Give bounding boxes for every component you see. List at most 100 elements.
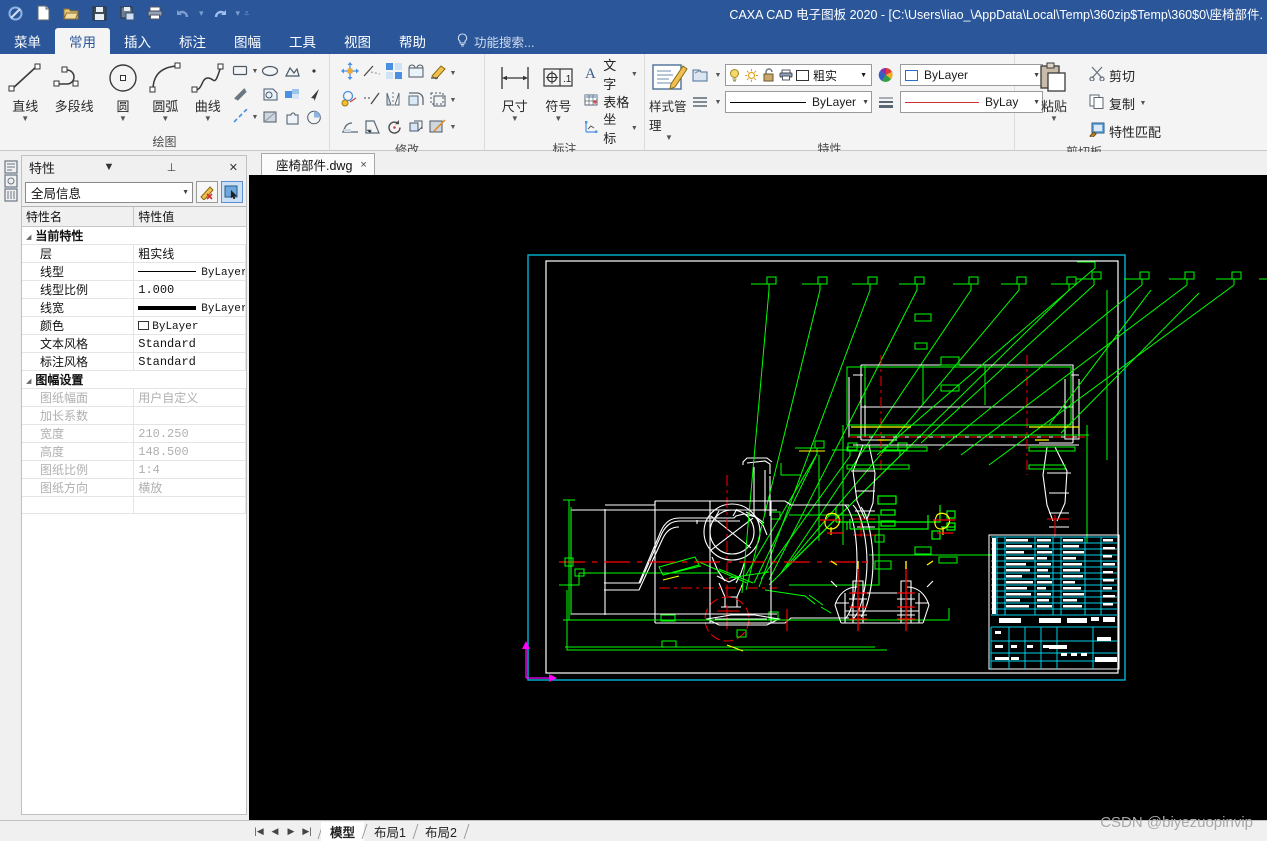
text-button[interactable]: A 文字 ▼	[582, 58, 640, 92]
erase-dropdown-caret[interactable]: ▼	[449, 60, 457, 86]
lock-icon[interactable]	[760, 65, 777, 85]
property-row-height[interactable]: 高度 148.500	[22, 442, 246, 461]
puzzle-block-icon[interactable]	[281, 106, 303, 128]
linetype-combo[interactable]: ByLayer ▼	[725, 91, 872, 113]
redo-dropdown[interactable]: ▾	[235, 8, 242, 19]
circle-button[interactable]: 圆 ▼	[102, 57, 144, 123]
property-row-lineweight[interactable]: 线宽 ByLayer	[22, 298, 246, 317]
pie-fill-icon[interactable]	[303, 106, 325, 128]
lamp-icon[interactable]	[726, 65, 743, 85]
rectangle-icon[interactable]	[229, 60, 251, 82]
text-dropdown-caret[interactable]: ▼	[631, 67, 638, 81]
arc-dropdown-caret[interactable]: ▼	[161, 115, 169, 123]
ribbon-tab-insert[interactable]: 插入	[110, 28, 165, 54]
circle-dropdown-caret[interactable]: ▼	[119, 115, 127, 123]
rotate-copy-icon[interactable]	[339, 88, 361, 110]
color-wheel-icon[interactable]	[875, 64, 897, 86]
move-icon[interactable]	[339, 60, 361, 82]
ribbon-tab-sheet[interactable]: 图幅	[220, 28, 275, 54]
stretch-icon[interactable]	[339, 116, 361, 138]
copy-dropdown-caret[interactable]: ▼	[1139, 96, 1147, 110]
expand-triangle-icon[interactable]: ◢	[26, 233, 35, 241]
copy-button[interactable]: 复制 ▼	[1087, 90, 1163, 116]
property-row-scale-value[interactable]: 1:4	[133, 460, 246, 479]
sheet-tab-layout1[interactable]: 布局1	[365, 822, 415, 841]
close-icon[interactable]: ✕	[225, 161, 242, 174]
last-sheet-icon[interactable]: ▶|	[300, 826, 314, 837]
spline-dropdown-caret[interactable]: ▼	[204, 115, 212, 123]
sheet-tab-model[interactable]: 模型	[321, 821, 365, 841]
undo-dropdown[interactable]: ▾	[198, 8, 205, 19]
close-icon[interactable]: ×	[360, 159, 366, 171]
coordinate-button[interactable]: 坐标 ▼	[582, 112, 640, 146]
pin-icon[interactable]: ⊥	[163, 161, 181, 174]
arrow-icon[interactable]	[303, 83, 325, 105]
lineweight-manager-icon[interactable]	[875, 91, 897, 113]
property-row-sheetsize-value[interactable]: 用户自定义	[133, 388, 246, 407]
document-tab[interactable]: 座椅部件.dwg ×	[261, 153, 375, 175]
property-row-layer-value[interactable]: 粗实线	[133, 244, 246, 263]
property-row-orientation[interactable]: 图纸方向 横放	[22, 478, 246, 497]
erase-icon[interactable]	[427, 60, 449, 82]
extend-icon[interactable]	[361, 88, 383, 110]
app-logo[interactable]	[2, 1, 28, 25]
save-as-icon[interactable]	[114, 1, 140, 25]
ribbon-tab-view[interactable]: 视图	[330, 28, 385, 54]
linetype-manager-dropdown-caret[interactable]: ▼	[714, 91, 722, 113]
layer-state-strip[interactable]: 粗实 ▼	[725, 64, 872, 86]
quick-access-toolbar[interactable]: ▾ ▾ ⩡	[0, 1, 250, 25]
edit-hatch-icon[interactable]	[427, 116, 449, 138]
centerline-dropdown-caret[interactable]: ▼	[251, 106, 259, 128]
ribbon-tab-annotate[interactable]: 标注	[165, 28, 220, 54]
property-row-width-value[interactable]: 210.250	[133, 424, 246, 443]
property-row-color[interactable]: 颜色 ByLayer	[22, 316, 246, 335]
printer-icon[interactable]	[777, 65, 794, 85]
first-sheet-icon[interactable]: |◀	[252, 826, 266, 837]
line-button[interactable]: 直线 ▼	[4, 57, 46, 123]
offset-icon[interactable]	[427, 88, 449, 110]
ribbon-tab-common[interactable]: 常用	[55, 28, 110, 54]
style-manager-dropdown-caret[interactable]: ▼	[665, 134, 673, 142]
property-filter-combo[interactable]: 全局信息 ▼	[25, 181, 193, 203]
scale-icon[interactable]	[361, 116, 383, 138]
customize-qat-icon[interactable]: ⩡	[243, 8, 250, 19]
layer-dropdown-caret[interactable]: ▼	[860, 72, 871, 79]
property-grid[interactable]: 特性名 特性值 ◢ 当前特性 层 粗实线 线型 ByLayer 线型比例 1.0…	[22, 206, 246, 814]
property-group-current[interactable]: ◢ 当前特性	[22, 226, 246, 245]
edit-hatch-dropdown-caret[interactable]: ▼	[449, 114, 457, 140]
property-row-color-value[interactable]: ByLayer	[133, 316, 246, 335]
chevron-down-icon[interactable]: ▼	[99, 161, 118, 173]
quick-select-icon[interactable]	[196, 181, 218, 203]
property-row-dimstyle[interactable]: 标注风格 Standard	[22, 352, 246, 371]
line-dropdown-caret[interactable]: ▼	[21, 115, 29, 123]
paste-button[interactable]: 粘贴 ▼	[1029, 57, 1079, 123]
expand-triangle-icon-2[interactable]: ◢	[26, 377, 35, 385]
sun-icon[interactable]	[743, 65, 760, 85]
point-icon[interactable]	[303, 60, 325, 82]
property-row-linetype[interactable]: 线型 ByLayer	[22, 262, 246, 281]
property-row-extension[interactable]: 加长系数	[22, 406, 246, 425]
property-row-extension-value[interactable]	[133, 406, 246, 425]
layer-manager-dropdown-caret[interactable]: ▼	[714, 64, 722, 86]
trim-icon[interactable]	[361, 60, 383, 82]
print-icon[interactable]	[142, 1, 168, 25]
block-icon[interactable]	[281, 83, 303, 105]
feature-search-label[interactable]: 功能搜索...	[474, 32, 534, 51]
sheet-nav-buttons[interactable]: |◀ ◀ ▶ ▶|	[0, 826, 314, 837]
hatch-region-icon[interactable]	[259, 106, 281, 128]
design-center-tab-icon[interactable]	[3, 159, 19, 815]
hatch-section-icon[interactable]	[229, 83, 251, 105]
property-row-ltscale[interactable]: 线型比例 1.000	[22, 280, 246, 299]
property-row-sheetsize[interactable]: 图纸幅面 用户自定义	[22, 388, 246, 407]
ribbon-tab-menu[interactable]: 菜单	[0, 28, 55, 54]
local-detail-icon[interactable]	[259, 83, 281, 105]
array-icon[interactable]	[383, 60, 405, 82]
cad-canvas[interactable]	[249, 175, 1267, 820]
dimension-dropdown-caret[interactable]: ▼	[511, 115, 519, 123]
symbol-dropdown-caret[interactable]: ▼	[554, 115, 562, 123]
select-objects-icon[interactable]	[221, 181, 243, 203]
fillet-icon[interactable]	[405, 88, 427, 110]
property-filter-caret[interactable]: ▼	[182, 189, 189, 196]
save-icon[interactable]	[86, 1, 112, 25]
property-row-scale[interactable]: 图纸比例 1:4	[22, 460, 246, 479]
